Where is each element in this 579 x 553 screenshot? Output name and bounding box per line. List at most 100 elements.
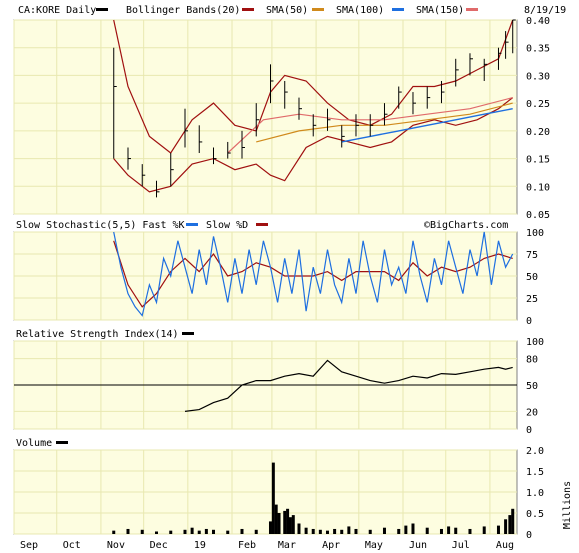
x-tick-label: Jul xyxy=(452,540,470,551)
volume-bar xyxy=(447,526,451,534)
chart-canvas: CA:KORE Daily Bollinger Bands(20) SMA(50… xyxy=(13,5,573,551)
x-tick-label: Nov xyxy=(107,540,125,551)
volume-bar xyxy=(197,530,201,534)
y-tick-label: 0 xyxy=(526,530,532,541)
y-tick-label: 0.10 xyxy=(526,182,550,193)
volume-bar xyxy=(404,525,408,534)
y-tick-label: 1.5 xyxy=(526,467,544,478)
legend-swatch-bb xyxy=(96,8,108,11)
volume-bar xyxy=(154,531,158,534)
volume-bar xyxy=(482,526,486,534)
y-tick-label: 20 xyxy=(526,407,538,418)
rsi-legend: Relative Strength Index(14) xyxy=(16,329,194,340)
volume-bar xyxy=(268,521,272,534)
volume-bar xyxy=(311,528,315,534)
y-tick-label: 2.0 xyxy=(526,446,544,457)
x-tick-label: May xyxy=(365,540,383,551)
legend-bollinger: Bollinger Bands(20) xyxy=(126,5,240,16)
y-tick-label: 0 xyxy=(526,425,532,436)
volume-y-axis: 2.0 1.5 1.0 0.5 0 xyxy=(526,446,544,541)
volume-bar xyxy=(126,528,130,534)
volume-bar xyxy=(283,510,287,534)
x-tick-label: Feb xyxy=(238,540,256,551)
volume-bar xyxy=(496,525,500,534)
volume-bar xyxy=(318,529,322,534)
y-tick-label: 25 xyxy=(526,294,538,305)
volume-bar xyxy=(274,504,278,534)
legend-sma100: SMA(100) xyxy=(336,5,384,16)
legend-sma150: SMA(150) xyxy=(416,5,464,16)
x-tick-label: Dec xyxy=(150,540,168,551)
volume-bar xyxy=(190,527,194,534)
volume-bar xyxy=(325,530,329,534)
x-tick-label: 19 xyxy=(194,540,206,551)
y-tick-label: 100 xyxy=(526,228,544,239)
watermark: ©BigCharts.com xyxy=(424,220,508,231)
volume-bar xyxy=(425,527,429,534)
volume-bar xyxy=(254,529,258,534)
volume-bar xyxy=(347,526,351,534)
price-panel xyxy=(13,19,518,215)
volume-bar xyxy=(277,513,281,534)
volume-bar xyxy=(340,529,344,534)
y-tick-label: 0.20 xyxy=(526,127,550,138)
legend-volume: Volume xyxy=(16,438,52,449)
price-legend: CA:KORE Daily Bollinger Bands(20) SMA(50… xyxy=(18,5,566,16)
volume-bar xyxy=(354,528,358,534)
y-tick-label: 0.5 xyxy=(526,509,544,520)
y-tick-label: 0.30 xyxy=(526,71,550,82)
legend-sma50: SMA(50) xyxy=(266,5,308,16)
y-tick-label: 50 xyxy=(526,381,538,392)
y-tick-label: 75 xyxy=(526,250,538,261)
volume-bar xyxy=(397,528,401,534)
volume-bar xyxy=(169,530,173,534)
volume-bar xyxy=(140,529,144,534)
volume-bar xyxy=(511,508,515,534)
volume-bar xyxy=(226,530,230,534)
legend-swatch-stoch-d xyxy=(256,223,268,226)
y-tick-label: 0.35 xyxy=(526,44,550,55)
y-tick-label: 1.0 xyxy=(526,488,544,499)
volume-bar xyxy=(439,528,443,534)
y-tick-label: 50 xyxy=(526,272,538,283)
rsi-y-axis: 100 80 50 20 0 xyxy=(526,337,544,436)
volume-bar xyxy=(112,530,116,534)
volume-legend: Volume xyxy=(16,438,68,449)
x-tick-label: Sep xyxy=(20,540,38,551)
legend-swatch-sma150 xyxy=(392,8,404,11)
y-tick-label: 80 xyxy=(526,355,538,366)
legend-swatch-sma100 xyxy=(312,8,324,11)
legend-swatch-stoch-k xyxy=(186,223,198,226)
y-tick-label: 0.15 xyxy=(526,155,550,166)
legend-swatch-volume xyxy=(56,441,68,444)
volume-bar xyxy=(368,529,372,534)
x-axis: Sep Oct Nov Dec 19 Feb Mar Apr May Jun Jul Aug xyxy=(20,540,514,551)
legend-stoch-d: Slow %D xyxy=(206,220,248,231)
volume-bar xyxy=(508,515,512,534)
volume-bar xyxy=(411,523,415,534)
legend-swatch-sma50 xyxy=(242,8,254,11)
volume-bar xyxy=(454,527,458,534)
volume-bar xyxy=(297,523,301,534)
volume-bar xyxy=(291,515,295,534)
stoch-legend: Slow Stochastic(5,5) Fast %K Slow %D ©Bi… xyxy=(16,220,508,231)
legend-stoch-k: Slow Stochastic(5,5) Fast %K xyxy=(16,220,185,231)
volume-bar xyxy=(211,529,215,534)
stoch-y-axis: 100 75 50 25 0 xyxy=(526,228,544,327)
volume-unit-label: Millions xyxy=(562,481,573,529)
x-tick-label: Jun xyxy=(409,540,427,551)
y-tick-label: 0.25 xyxy=(526,99,550,110)
x-tick-label: Mar xyxy=(278,540,296,551)
y-tick-label: 0.05 xyxy=(526,210,550,221)
x-tick-label: Apr xyxy=(322,540,340,551)
symbol-title: CA:KORE Daily xyxy=(18,5,96,16)
chart-date: 8/19/19 xyxy=(524,5,566,16)
y-tick-label: 100 xyxy=(526,337,544,348)
legend-rsi: Relative Strength Index(14) xyxy=(16,329,179,340)
volume-bar xyxy=(286,508,290,534)
volume-bar xyxy=(468,528,472,534)
volume-bar xyxy=(304,527,308,534)
volume-bar xyxy=(333,528,337,534)
volume-bar xyxy=(240,528,244,534)
x-tick-label: Oct xyxy=(63,540,81,551)
